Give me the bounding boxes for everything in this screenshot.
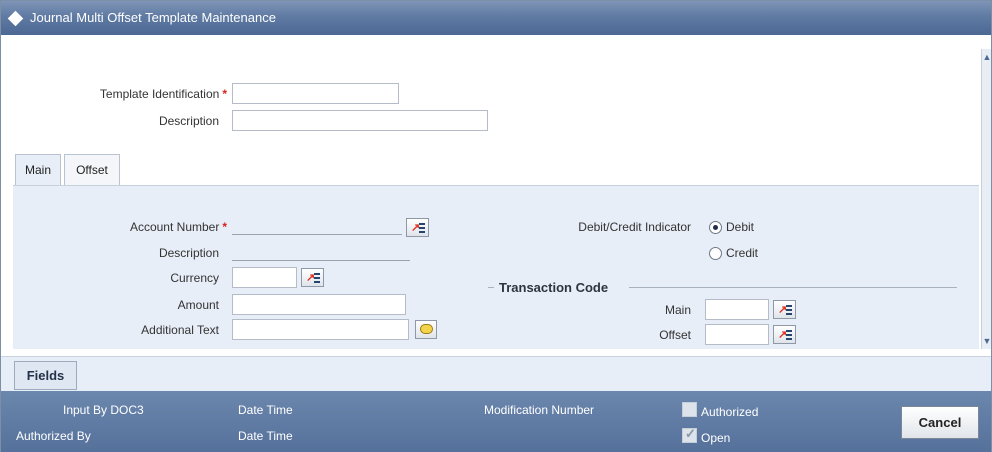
lookup-arrow-icon: ↗ [778, 329, 788, 341]
description-input[interactable] [232, 110, 488, 131]
account-description-label: Description [158, 246, 219, 260]
template-identification-label: Template Identification * [99, 87, 227, 101]
debit-radio[interactable] [709, 221, 722, 234]
check-icon: ✓ [685, 426, 696, 441]
vertical-scrollbar[interactable]: ▲ ▼ [981, 49, 991, 349]
fields-button[interactable]: Fields [14, 361, 77, 390]
scroll-down-icon[interactable]: ▼ [982, 335, 992, 347]
list-icon [419, 223, 425, 233]
authorized-date-time-label: Date Time [238, 429, 293, 443]
window-title: Journal Multi Offset Template Maintenanc… [30, 10, 276, 25]
fields-bar: Fields [1, 356, 991, 391]
account-number-label: Account Number * [129, 220, 227, 234]
modification-number-label: Modification Number [484, 403, 595, 417]
amount-input[interactable] [232, 294, 406, 315]
authorized-checkbox [682, 402, 697, 417]
authorized-label: Authorized [701, 405, 759, 419]
debit-credit-indicator-label: Debit/Credit Indicator [578, 220, 691, 234]
currency-lookup-button[interactable]: ↗ [301, 268, 324, 287]
list-icon [314, 273, 320, 283]
window: Journal Multi Offset Template Maintenanc… [0, 0, 992, 452]
diamond-icon [7, 10, 24, 27]
lookup-arrow-icon: ↗ [306, 272, 316, 284]
tab-offset[interactable]: Offset [64, 154, 120, 186]
transaction-code-offset-input[interactable] [705, 324, 769, 345]
tab-main[interactable]: Main [15, 154, 61, 186]
debit-label: Debit [726, 220, 755, 234]
additional-text-input[interactable] [232, 319, 409, 340]
title-bar: Journal Multi Offset Template Maintenanc… [1, 1, 991, 35]
amount-label: Amount [177, 298, 219, 312]
transaction-code-main-input[interactable] [705, 299, 769, 320]
scroll-up-icon[interactable]: ▲ [982, 51, 992, 63]
input-by-label: Input By DOC3 [63, 403, 144, 417]
template-identification-input[interactable] [232, 83, 399, 104]
input-date-time-label: Date Time [238, 403, 293, 417]
additional-text-editor-button[interactable] [415, 320, 437, 339]
lookup-arrow-icon: ↗ [411, 222, 421, 234]
authorized-by-label: Authorized By [16, 429, 91, 443]
lookup-arrow-icon: ↗ [778, 304, 788, 316]
transaction-code-offset-label: Offset [659, 328, 691, 342]
transaction-code-main-label: Main [664, 303, 691, 317]
description-label: Description [158, 114, 219, 128]
account-number-lookup-button[interactable]: ↗ [406, 218, 429, 237]
account-number-input[interactable] [232, 234, 402, 235]
open-checkbox: ✓ [682, 426, 697, 443]
account-description-value [232, 260, 410, 261]
fieldset-line-left [488, 287, 494, 288]
speech-bubble-icon [420, 324, 433, 334]
currency-input[interactable] [232, 267, 297, 288]
credit-radio[interactable] [709, 247, 722, 260]
transaction-code-title: Transaction Code [499, 280, 609, 295]
fieldset-line-right [629, 287, 957, 288]
list-icon [786, 330, 792, 340]
transaction-code-offset-lookup-button[interactable]: ↗ [773, 325, 796, 344]
list-icon [786, 305, 792, 315]
radio-selected-dot [713, 225, 718, 230]
additional-text-label: Additional Text [141, 323, 219, 337]
currency-label: Currency [170, 271, 219, 285]
open-label: Open [701, 431, 731, 445]
credit-label: Credit [726, 246, 759, 260]
transaction-code-main-lookup-button[interactable]: ↗ [773, 300, 796, 319]
audit-footer: Input By DOC3 Authorized By Date Time Da… [1, 391, 991, 452]
cancel-button[interactable]: Cancel [901, 406, 979, 439]
